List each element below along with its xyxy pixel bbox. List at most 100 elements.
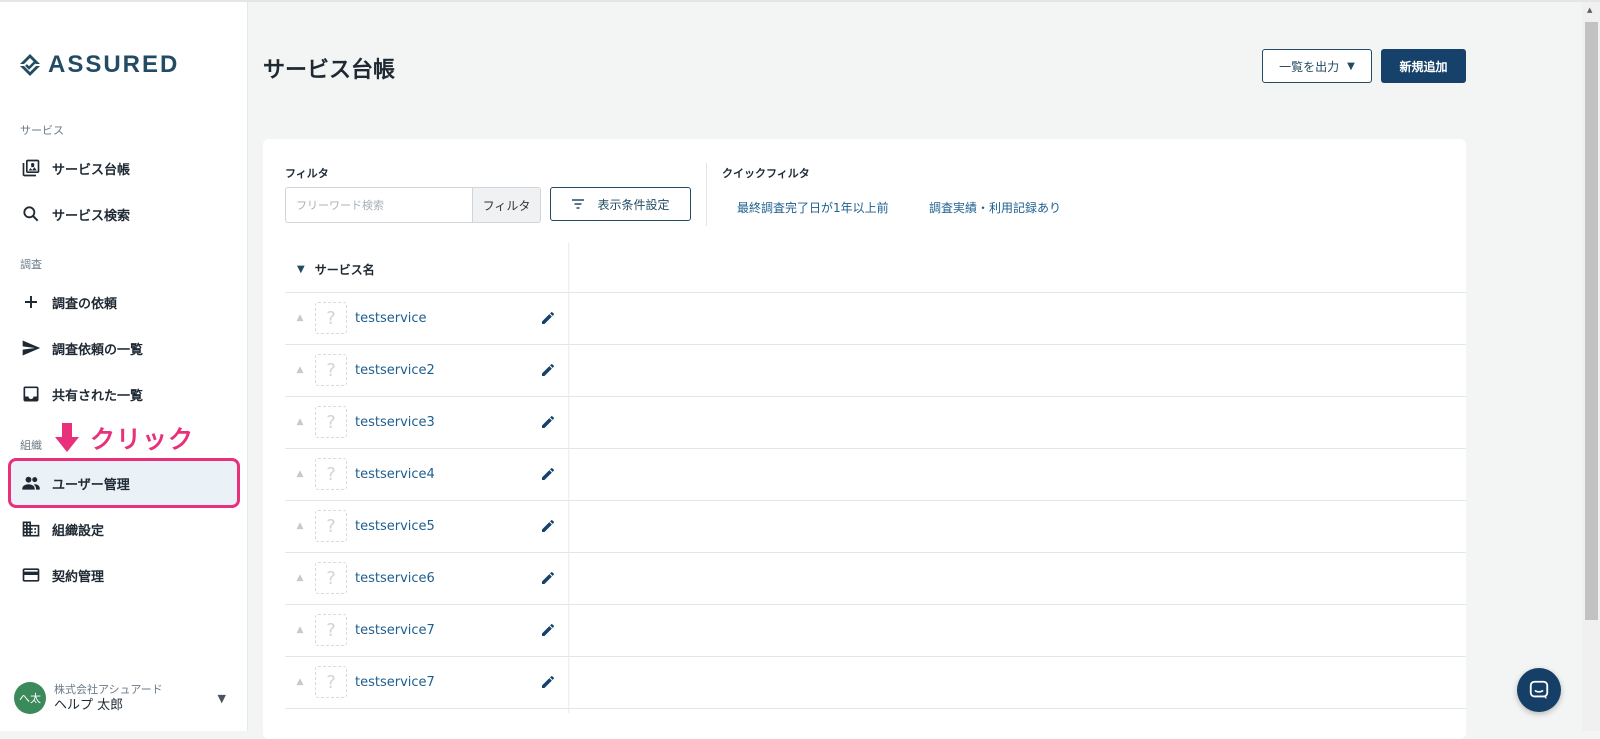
display-conditions-button[interactable]: 表示条件設定: [550, 187, 691, 221]
expand-icon[interactable]: ▲: [285, 677, 315, 687]
user-info: 株式会社アシュアード ヘルプ 太郎: [54, 682, 163, 714]
user-company: 株式会社アシュアード: [54, 683, 163, 696]
row-divider: [285, 708, 1466, 709]
people-icon: [20, 472, 42, 494]
edit-icon[interactable]: [538, 516, 558, 536]
down-arrow-icon: [55, 423, 79, 452]
filter-label: フィルタ: [285, 167, 329, 180]
table-row[interactable]: ▲ ? testservice6: [285, 552, 568, 604]
table-row[interactable]: ▲ ? testservice2: [285, 344, 568, 396]
service-name-link[interactable]: testservice7: [355, 675, 538, 690]
edit-icon[interactable]: [538, 412, 558, 432]
service-thumbnail: ?: [315, 614, 347, 646]
service-name-link[interactable]: testservice5: [355, 519, 538, 534]
service-thumbnail: ?: [315, 510, 347, 542]
sidebar: ASSURED サービス サービス台帳 サービス検索 調査 調査の依頼 調査依頼…: [0, 2, 248, 731]
table-row[interactable]: ▲ ? testservice: [285, 292, 568, 344]
sidebar-item-shared-list[interactable]: 共有された一覧: [8, 372, 240, 416]
sidebar-item-label: 調査の依頼: [52, 296, 118, 312]
sidebar-item-label: 組織設定: [52, 523, 105, 539]
table-row[interactable]: ▲ ? testservice7: [285, 656, 568, 708]
sidebar-item-contract-management[interactable]: 契約管理: [8, 553, 240, 597]
search-input[interactable]: [285, 187, 473, 223]
export-list-button[interactable]: 一覧を出力 ▼: [1262, 49, 1372, 83]
service-thumbnail: ?: [315, 562, 347, 594]
filter-button[interactable]: フィルタ: [472, 187, 541, 223]
search-icon: [20, 203, 42, 225]
edit-icon[interactable]: [538, 308, 558, 328]
column-header-service-name[interactable]: ▼ サービス名: [285, 246, 568, 292]
quick-filter-last-survey[interactable]: 最終調査完了日が1年以上前: [737, 199, 889, 216]
expand-icon[interactable]: ▲: [285, 365, 315, 375]
user-name: ヘルプ 太郎: [54, 698, 124, 713]
service-name-link[interactable]: testservice: [355, 311, 538, 326]
display-conditions-label: 表示条件設定: [597, 197, 670, 212]
expand-icon[interactable]: ▲: [285, 521, 315, 531]
sidebar-item-organization-settings[interactable]: 組織設定: [8, 507, 240, 551]
edit-icon[interactable]: [538, 672, 558, 692]
click-annotation: クリック: [54, 420, 194, 456]
expand-icon[interactable]: ▲: [285, 625, 315, 635]
edit-icon[interactable]: [538, 620, 558, 640]
table-row[interactable]: ▲ ? testservice3: [285, 396, 568, 448]
chevron-down-icon[interactable]: ▼: [218, 692, 226, 705]
table-row[interactable]: ▲ ? testservice7: [285, 604, 568, 656]
edit-icon[interactable]: [538, 464, 558, 484]
building-icon: [20, 518, 42, 540]
inbox-icon: [20, 383, 42, 405]
chat-icon: [1529, 680, 1549, 700]
service-name-link[interactable]: testservice7: [355, 623, 538, 638]
section-label-organization: 組織: [20, 439, 42, 452]
expand-icon[interactable]: ▲: [285, 313, 315, 323]
edit-icon[interactable]: [538, 568, 558, 588]
credit-card-icon: [20, 564, 42, 586]
sticky-column-shadow: [568, 243, 570, 713]
service-name-link[interactable]: testservice4: [355, 467, 538, 482]
sidebar-item-service-ledger[interactable]: サービス台帳: [8, 146, 240, 190]
sort-desc-icon[interactable]: ▼: [297, 264, 305, 275]
brand-name: ASSURED: [48, 51, 180, 78]
scrollbar-thumb[interactable]: [1585, 22, 1598, 620]
service-thumbnail: ?: [315, 666, 347, 698]
edit-icon[interactable]: [538, 360, 558, 380]
service-thumbnail: ?: [315, 354, 347, 386]
section-label-survey: 調査: [20, 258, 42, 271]
expand-icon[interactable]: ▲: [285, 573, 315, 583]
expand-icon[interactable]: ▲: [285, 417, 315, 427]
plus-icon: [20, 291, 42, 313]
click-annotation-text: クリック: [90, 425, 195, 454]
user-menu[interactable]: へ太 株式会社アシュアード ヘルプ 太郎 ▼: [14, 678, 236, 718]
sidebar-item-request-survey[interactable]: 調査の依頼: [8, 280, 240, 324]
service-thumbnail: ?: [315, 458, 347, 490]
service-name-link[interactable]: testservice6: [355, 571, 538, 586]
scroll-up-icon[interactable]: ▲: [1587, 6, 1592, 14]
chat-support-button[interactable]: [1517, 668, 1561, 712]
export-button-label: 一覧を出力: [1279, 59, 1340, 74]
table-row[interactable]: ▲ ? testservice5: [285, 500, 568, 552]
service-name-link[interactable]: testservice3: [355, 415, 538, 430]
sidebar-item-service-search[interactable]: サービス検索: [8, 192, 240, 236]
service-thumbnail: ?: [315, 302, 347, 334]
sidebar-item-label: 契約管理: [52, 569, 105, 585]
sidebar-item-label: ユーザー管理: [52, 477, 130, 493]
quick-filter-survey-records[interactable]: 調査実績・利用記録あり: [929, 199, 1061, 216]
table-row[interactable]: ▲ ? testservice4: [285, 448, 568, 500]
sidebar-item-user-management[interactable]: ユーザー管理: [8, 458, 240, 508]
service-ledger-card: フィルタ フィルタ 表示条件設定 クイックフィルタ 最終調査完了日が1年以上前 …: [263, 139, 1466, 739]
page-title: サービス台帳: [263, 58, 396, 83]
library-icon: [20, 157, 42, 179]
avatar: へ太: [14, 682, 46, 714]
sidebar-item-label: 調査依頼の一覧: [52, 342, 144, 358]
sidebar-item-label: サービス検索: [52, 208, 131, 224]
sidebar-item-request-list[interactable]: 調査依頼の一覧: [8, 326, 240, 370]
service-name-link[interactable]: testservice2: [355, 363, 538, 378]
column-header-label: サービス名: [314, 262, 375, 277]
brand-logo[interactable]: ASSURED: [16, 50, 179, 80]
add-new-button[interactable]: 新規追加: [1381, 49, 1466, 83]
service-thumbnail: ?: [315, 406, 347, 438]
send-icon: [20, 337, 42, 359]
divider: [706, 163, 707, 226]
sidebar-item-label: サービス台帳: [52, 162, 131, 178]
quick-filter-label: クイックフィルタ: [722, 167, 810, 180]
expand-icon[interactable]: ▲: [285, 469, 315, 479]
